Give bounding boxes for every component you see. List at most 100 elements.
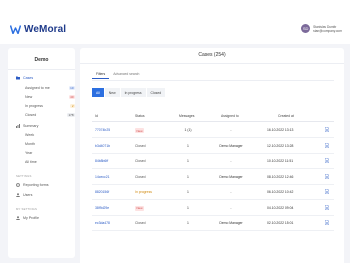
table-row[interactable]: 14cecc21 Closed 1 Demo Manager 08.10.2022 12… <box>92 170 334 185</box>
filter-in-progress-button[interactable]: In progress <box>120 88 146 97</box>
table-row[interactable]: 8820156f In progress 1 - 06.10.2022 10:42 <box>92 185 334 200</box>
status-badge: New <box>135 128 145 133</box>
sidebar: Demo Cases Assigned to me 10 New 40 In p… <box>8 48 75 258</box>
created-at: 10.10.2022 11:51 <box>267 159 294 163</box>
page-title: Cases (254) <box>198 52 226 58</box>
sidebar-divider <box>8 69 75 70</box>
sidebar-item-label: In progress <box>25 103 43 108</box>
document-icon[interactable] <box>324 126 330 133</box>
case-id-link[interactable]: ec3da478 <box>95 221 110 225</box>
assigned-to: - <box>230 128 232 132</box>
messages-count: 1 <box>187 205 189 210</box>
sidebar-item-label: Summary <box>23 123 39 128</box>
filter-closed-button[interactable]: Closed <box>146 88 166 97</box>
status-badge: Closed <box>135 174 146 179</box>
sidebar-item-my-profile[interactable]: My Profile <box>16 214 39 221</box>
count-badge: 10 <box>68 85 75 90</box>
messages-count: 1 (1) <box>184 128 192 132</box>
document-icon[interactable] <box>324 142 330 149</box>
sidebar-item-assigned-to-me[interactable]: Assigned to me 10 <box>25 84 75 91</box>
logo[interactable]: WeMoral <box>10 24 66 35</box>
logo-icon <box>10 25 21 34</box>
table-row[interactable]: ec3da478 Closed 1 Demo Manager 02.10.2022 15… <box>92 216 334 231</box>
assigned-to: Demo Manager <box>219 221 243 225</box>
created-at: 06.10.2022 10:42 <box>267 190 294 194</box>
messages-count: 1 <box>187 159 189 163</box>
tab-filters[interactable]: Filters <box>92 72 110 79</box>
sidebar-item-label: Reporting forms <box>23 182 49 187</box>
status-badge: New <box>135 205 145 211</box>
cases-panel: Cases (254) Filters Advanced search All … <box>80 48 344 263</box>
case-id-link[interactable]: 8820156f <box>95 190 109 194</box>
column-header-created[interactable]: Created at <box>278 114 294 118</box>
folder-icon <box>16 76 20 79</box>
table-row[interactable]: 77074b25 New 1 (1) - 16.10.2022 13:13 <box>92 123 334 138</box>
case-id-link[interactable]: b3d4071b <box>95 144 110 148</box>
sidebar-item-all-time[interactable]: All time <box>25 158 75 165</box>
document-icon[interactable] <box>324 173 330 180</box>
table-row[interactable]: 38f9d29e New 1 - 04.10.2022 09:04 <box>92 201 334 216</box>
document-icon[interactable] <box>324 204 330 211</box>
sidebar-item-week[interactable]: Week <box>25 131 75 138</box>
sidebar-item-label: Users <box>23 192 33 197</box>
sidebar-item-summary[interactable]: Summary <box>16 122 38 129</box>
filter-new-button[interactable]: New <box>104 88 120 97</box>
filter-all-button[interactable]: All <box>92 88 104 97</box>
top-bar: WeMoral SD Stanislav Dumitr stan@company… <box>0 0 350 44</box>
sidebar-item-label: Week <box>25 132 35 137</box>
sidebar-item-label: Month <box>25 141 35 146</box>
column-header-assigned[interactable]: Assigned to <box>221 114 239 118</box>
case-id-link[interactable]: 84b8b6ff <box>95 159 108 163</box>
section-heading-settings: SETTINGS <box>16 174 32 178</box>
sidebar-item-month[interactable]: Month <box>25 140 75 147</box>
sidebar-item-reporting-forms[interactable]: Reporting forms <box>16 181 49 188</box>
section-heading-my-settings: MY SETTINGS <box>16 207 38 211</box>
sidebar-item-label: New <box>25 94 33 99</box>
sidebar-item-closed[interactable]: Closed 178 <box>25 111 75 118</box>
status-badge: Closed <box>135 143 146 148</box>
sidebar-item-label: Closed <box>25 112 37 117</box>
user-email: stan@company.com <box>313 28 342 33</box>
user-icon <box>16 215 20 220</box>
tab-advanced-search[interactable]: Advanced search <box>109 72 143 79</box>
sidebar-item-label: Year <box>25 150 33 155</box>
tabs-divider <box>92 80 334 81</box>
avatar: SD <box>301 24 311 33</box>
sidebar-item-cases[interactable]: Cases <box>16 74 33 81</box>
gear-icon <box>16 182 20 187</box>
assigned-to: - <box>230 159 232 163</box>
document-icon[interactable] <box>324 157 330 164</box>
row-divider <box>92 230 334 231</box>
table-header-divider <box>92 121 334 122</box>
user-menu[interactable]: SD Stanislav Dumitr stan@company.com <box>301 24 342 33</box>
assigned-to: Demo Manager <box>219 143 243 148</box>
column-header-messages[interactable]: Messages <box>179 114 194 118</box>
table-row[interactable]: b3d4071b Closed 1 Demo Manager 12.10.2022 13… <box>92 139 334 154</box>
created-at: 02.10.2022 15:01 <box>267 221 294 225</box>
messages-count: 1 <box>187 190 189 194</box>
org-name: Demo <box>34 57 49 63</box>
status-filter-group: All New In progress Closed <box>92 88 166 97</box>
column-header-status[interactable]: Status <box>135 114 145 118</box>
sidebar-item-new[interactable]: New 40 <box>25 93 75 100</box>
sidebar-item-in-progress[interactable]: In progress 2 <box>25 102 75 109</box>
users-icon <box>16 192 20 197</box>
case-id-link[interactable]: 77074b25 <box>95 128 110 132</box>
sidebar-item-year[interactable]: Year <box>25 149 75 156</box>
document-icon[interactable] <box>324 188 330 195</box>
created-at: 16.10.2022 13:13 <box>267 128 294 132</box>
table-row[interactable]: 84b8b6ff Closed 1 - 10.10.2022 11:51 <box>92 154 334 169</box>
title-divider <box>80 63 344 64</box>
sidebar-item-users[interactable]: Users <box>16 191 32 198</box>
document-icon[interactable] <box>324 219 330 226</box>
count-badge: 178 <box>66 112 75 117</box>
tab-bar: Filters Advanced search <box>92 72 143 79</box>
status-badge: Closed <box>135 159 146 163</box>
sidebar-item-label: My Profile <box>23 215 39 220</box>
case-id-link[interactable]: 38f9d29e <box>95 206 109 210</box>
messages-count: 1 <box>187 221 189 225</box>
sidebar-item-label: Assigned to me <box>25 85 50 90</box>
column-header-id[interactable]: Id <box>95 114 98 118</box>
count-badge: 2 <box>70 103 75 108</box>
case-id-link[interactable]: 14cecc21 <box>95 175 110 179</box>
